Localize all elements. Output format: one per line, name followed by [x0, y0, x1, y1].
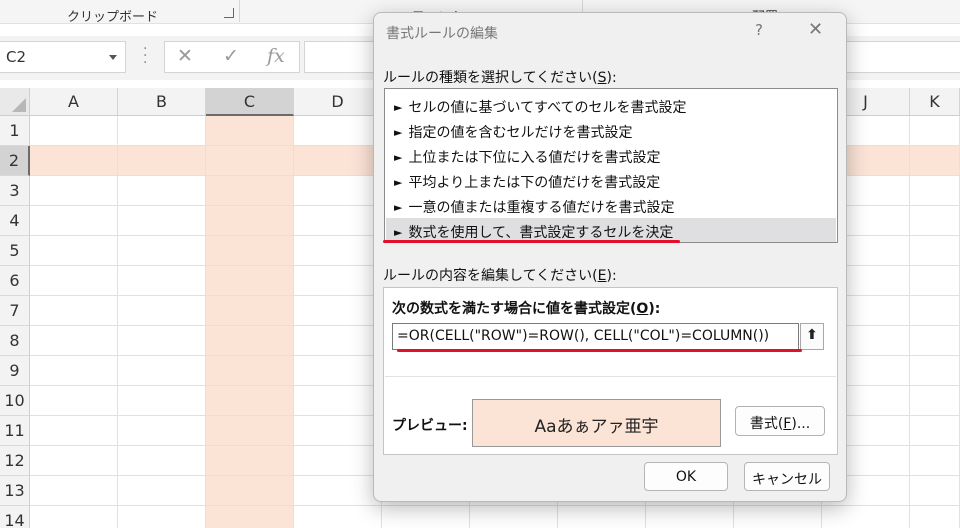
rule-type-item[interactable]: ► 平均より上または下の値だけを書式設定	[386, 168, 836, 192]
rule-description-panel: 次の数式を満たす場合に値を書式設定(O): =OR(CELL("ROW")=RO…	[383, 287, 838, 455]
dialog-title: 書式ルールの編集	[386, 26, 498, 42]
row-header-4[interactable]: 4	[0, 206, 30, 236]
arrow-right-icon: ►	[394, 126, 403, 139]
upload-arrow-icon: ⬆	[806, 327, 818, 343]
help-icon[interactable]: ?	[755, 21, 763, 39]
rule-type-item[interactable]: ► 一意の値または重複する値だけを書式設定	[386, 193, 836, 217]
arrow-right-icon: ►	[394, 151, 403, 164]
row-header-8[interactable]: 8	[0, 326, 30, 356]
row-header-10[interactable]: 10	[0, 386, 30, 416]
annotation-underline-rule	[383, 240, 680, 243]
rule-type-label: 指定の値を含むセルだけを書式設定	[408, 125, 633, 141]
chevron-down-icon[interactable]	[109, 55, 117, 60]
select-all-icon	[12, 98, 26, 112]
divider	[385, 376, 836, 377]
gridline	[30, 505, 960, 506]
ribbon-group-clipboard: クリップボード	[67, 10, 159, 25]
arrow-right-icon: ►	[394, 226, 403, 239]
gridline	[909, 116, 910, 528]
drag-handle-icon[interactable]: · · ·	[143, 42, 147, 70]
row-header-2[interactable]: 2	[0, 146, 30, 176]
column-header-d[interactable]: D	[294, 88, 382, 116]
rule-type-item[interactable]: ► 上位または下位に入る値だけを書式設定	[386, 143, 836, 167]
highlighted-column	[206, 116, 294, 528]
row-header-13[interactable]: 13	[0, 476, 30, 506]
row-header-7[interactable]: 7	[0, 296, 30, 326]
condition-label: 次の数式を満たす場合に値を書式設定(O):	[392, 301, 661, 317]
rule-formula-input[interactable]: =OR(CELL("ROW")=ROW(), CELL("COL")=COLUM…	[392, 323, 799, 350]
rule-type-label: ルールの種類を選択してください(S):	[383, 70, 617, 86]
row-header-9[interactable]: 9	[0, 356, 30, 386]
row-header-6[interactable]: 6	[0, 266, 30, 296]
format-button[interactable]: 書式(F)...	[735, 406, 825, 436]
enter-icon[interactable]: ✓	[223, 45, 239, 67]
preview-label: プレビュー:	[392, 418, 468, 434]
row-header-11[interactable]: 11	[0, 416, 30, 446]
arrow-right-icon: ►	[394, 176, 403, 189]
rule-type-list[interactable]: ► セルの値に基づいてすべてのセルを書式設定 ► 指定の値を含むセルだけを書式設定 ► 上…	[384, 88, 838, 243]
rule-type-item[interactable]: ► 指定の値を含むセルだけを書式設定	[386, 118, 836, 142]
annotation-underline-formula	[397, 349, 802, 352]
rule-type-label: 平均より上または下の値だけを書式設定	[408, 175, 661, 191]
column-header-k[interactable]: K	[910, 88, 960, 116]
cancel-button[interactable]: キャンセル	[744, 462, 830, 491]
name-box-value: C2	[6, 48, 27, 66]
select-all-button[interactable]	[0, 88, 30, 116]
function-icon[interactable]: fx	[267, 45, 285, 67]
rule-type-label: 上位または下位に入る値だけを書式設定	[408, 150, 661, 166]
formula-buttons: ✕ ✓ fx	[164, 41, 300, 73]
collapse-dialog-button[interactable]: ⬆	[800, 323, 824, 350]
clipboard-dialog-launcher-icon[interactable]	[224, 8, 234, 18]
gridline	[205, 116, 206, 528]
ok-button[interactable]: OK	[644, 462, 728, 491]
rule-type-label: 一意の値または重複する値だけを書式設定	[408, 200, 675, 216]
close-icon[interactable]: ✕	[808, 19, 823, 40]
arrow-right-icon: ►	[394, 101, 403, 114]
edit-rule-label: ルールの内容を編集してください(E):	[383, 268, 617, 284]
row-header-14[interactable]: 14	[0, 506, 30, 528]
format-preview: Aaあぁアァ亜宇	[472, 399, 721, 447]
rule-type-item[interactable]: ► 数式を使用して、書式設定するセルを決定	[386, 218, 836, 242]
gridline	[293, 116, 294, 528]
rule-type-label: セルの値に基づいてすべてのセルを書式設定	[408, 100, 687, 116]
column-header-c[interactable]: C	[206, 88, 294, 116]
cancel-icon[interactable]: ✕	[177, 45, 193, 67]
gridline	[117, 116, 118, 528]
column-header-a[interactable]: A	[30, 88, 118, 116]
row-header-3[interactable]: 3	[0, 176, 30, 206]
row-header-5[interactable]: 5	[0, 236, 30, 266]
column-header-b[interactable]: B	[118, 88, 206, 116]
row-header-12[interactable]: 12	[0, 446, 30, 476]
name-box[interactable]: C2	[0, 41, 126, 73]
ribbon-separator	[239, 0, 240, 22]
row-header-1[interactable]: 1	[0, 116, 30, 146]
arrow-right-icon: ►	[394, 201, 403, 214]
edit-formatting-rule-dialog: 書式ルールの編集 ? ✕ ルールの種類を選択してください(S): ► セルの値に基…	[373, 12, 847, 502]
rule-type-label: 数式を使用して、書式設定するセルを決定	[408, 225, 674, 241]
rule-type-item[interactable]: ► セルの値に基づいてすべてのセルを書式設定	[386, 93, 836, 117]
